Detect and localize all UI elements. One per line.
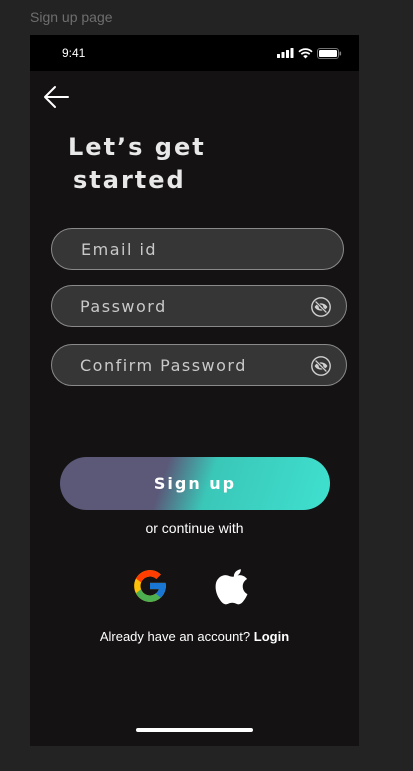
password-field[interactable]	[51, 285, 347, 327]
email-input[interactable]	[81, 239, 271, 259]
confirm-password-field[interactable]	[51, 344, 347, 386]
page-title: Let’s get started	[68, 131, 268, 197]
wifi-icon	[298, 47, 313, 58]
google-sign-in-button[interactable]	[131, 567, 169, 605]
status-time: 9:41	[62, 46, 86, 60]
eye-off-icon	[311, 356, 331, 376]
title-line-1: Let’s get	[68, 133, 206, 161]
signal-icon	[277, 48, 294, 58]
apple-icon	[215, 569, 248, 605]
home-indicator[interactable]	[136, 728, 253, 732]
arrow-left-icon	[44, 86, 69, 108]
login-link[interactable]: Login	[254, 629, 289, 644]
login-prompt: Already have an account? Login	[30, 629, 359, 644]
toggle-confirm-password-visibility-button[interactable]	[311, 356, 331, 376]
sign-up-button[interactable]: Sign up	[60, 457, 330, 510]
login-prompt-text: Already have an account?	[99, 629, 251, 644]
password-input[interactable]	[80, 296, 270, 316]
battery-icon	[317, 47, 342, 59]
frame-label: Sign up page	[30, 9, 113, 25]
back-button[interactable]	[42, 84, 70, 110]
status-bar: 9:41	[30, 35, 359, 71]
confirm-password-input[interactable]	[80, 355, 270, 375]
email-field[interactable]	[51, 228, 344, 270]
title-line-2: started	[73, 166, 186, 194]
apple-sign-in-button[interactable]	[215, 567, 253, 605]
continue-with-label: or continue with	[145, 520, 244, 536]
toggle-password-visibility-button[interactable]	[311, 297, 331, 317]
status-icons	[277, 47, 342, 59]
google-icon	[134, 570, 166, 602]
eye-off-icon	[311, 297, 331, 317]
phone-frame: 9:41 Let’s get started Email id Sign up …	[30, 35, 359, 746]
